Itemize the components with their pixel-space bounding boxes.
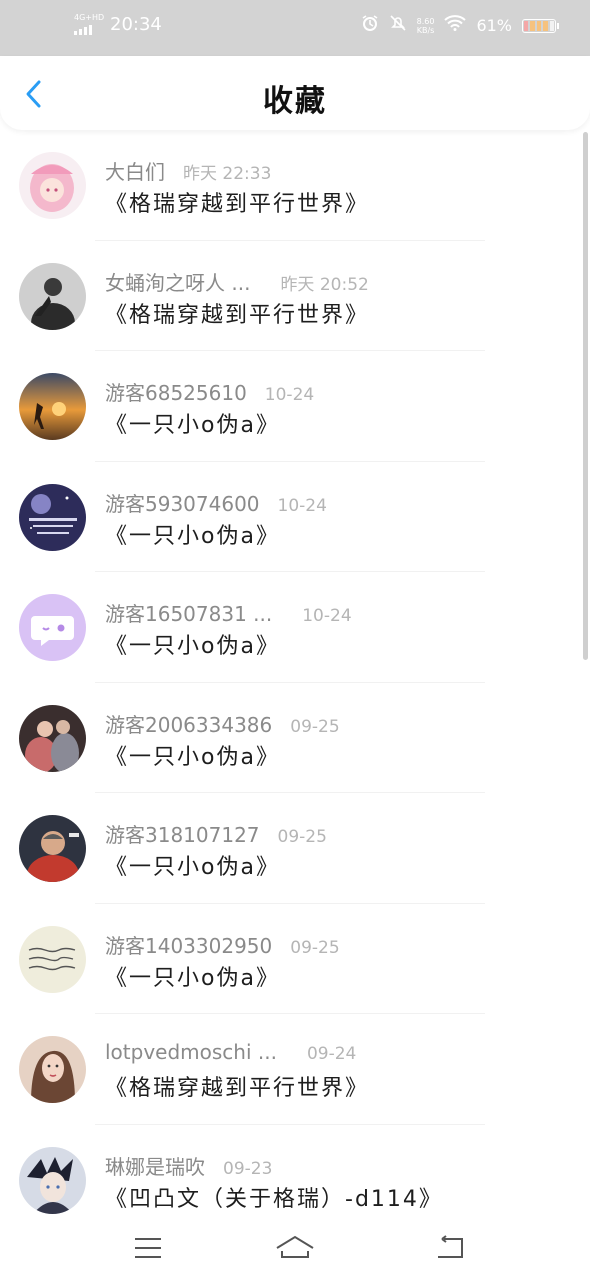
avatar[interactable]	[19, 1036, 86, 1103]
avatar[interactable]	[19, 815, 86, 882]
item-time: 10-24	[302, 606, 352, 626]
status-left: 4G+HD 20:34	[74, 14, 162, 35]
item-meta: 游客16507831 ... 10-24	[105, 598, 352, 627]
menu-icon	[135, 1238, 161, 1258]
book-title[interactable]: 《格瑞穿越到平行世界》	[105, 186, 369, 218]
page-title: 收藏	[263, 84, 327, 119]
list-item[interactable]: 琳娜是瑞吹 09-23 《凹凸文（关于格瑞）-d114》	[0, 1125, 580, 1221]
favorites-list: 大白们 昨天 22:33 《格瑞穿越到平行世界》 女蛹洵之呀人 ... 昨天 2…	[0, 130, 580, 1220]
author-name: 游客2006334386	[105, 712, 273, 737]
list-item[interactable]: 女蛹洵之呀人 ... 昨天 20:52 《格瑞穿越到平行世界》	[0, 241, 580, 351]
item-time: 09-23	[223, 1158, 273, 1179]
home-icon	[276, 1235, 314, 1258]
list-item[interactable]: 游客318107127 09-25 《一只小o伪a》	[0, 793, 580, 904]
avatar[interactable]	[19, 152, 86, 219]
item-time: 09-25	[290, 937, 340, 958]
avatar[interactable]	[19, 1146, 86, 1214]
item-meta: 女蛹洵之呀人 ... 昨天 20:52	[105, 267, 369, 296]
bottom-nav	[0, 1220, 590, 1280]
speed-unit: KB/s	[416, 25, 435, 35]
avatar[interactable]	[19, 483, 86, 551]
network-speed: 8.60 KB/s	[417, 17, 435, 35]
item-time: 昨天 22:33	[183, 164, 272, 184]
author-name: lotpvedmoschi ...	[105, 1040, 277, 1064]
status-right: 8.60 KB/s 61%	[361, 14, 559, 37]
list-item[interactable]: lotpvedmoschi ... 09-24 《格瑞穿越到平行世界》	[0, 1014, 580, 1125]
menu-button[interactable]	[124, 1228, 172, 1268]
item-meta: 游客2006334386 09-25	[105, 709, 340, 738]
book-title[interactable]: 《格瑞穿越到平行世界》	[105, 297, 369, 329]
item-meta: 游客593074600 10-24	[105, 488, 327, 517]
item-meta: 游客318107127 09-25	[105, 819, 327, 848]
list-item[interactable]: 游客1403302950 09-25 《一只小o伪a》	[0, 904, 580, 1014]
avatar[interactable]	[19, 594, 86, 661]
list-item[interactable]: 游客16507831 ... 10-24 《一只小o伪a》	[0, 572, 580, 683]
book-title[interactable]: 《一只小o伪a》	[105, 960, 280, 992]
item-time: 10-24	[277, 495, 327, 516]
home-button[interactable]	[271, 1228, 319, 1268]
item-time: 昨天 20:52	[280, 274, 369, 295]
alarm-icon	[361, 14, 379, 37]
book-title[interactable]: 《一只小o伪a》	[105, 518, 280, 550]
item-meta: 琳娜是瑞吹 09-23	[105, 1151, 272, 1180]
wifi-icon	[444, 15, 467, 36]
back-nav-button[interactable]	[426, 1228, 474, 1268]
status-bar: 4G+HD 20:34 8.60 KB/s 61%	[0, 0, 590, 56]
avatar[interactable]	[19, 262, 86, 330]
list-item[interactable]: 游客68525610 10-24 《一只小o伪a》	[0, 351, 580, 462]
list-item[interactable]: 大白们 昨天 22:33 《格瑞穿越到平行世界》	[0, 130, 580, 241]
avatar[interactable]	[19, 373, 86, 440]
author-name: 女蛹洵之呀人 ...	[105, 270, 251, 295]
book-title[interactable]: 《一只小o伪a》	[105, 849, 280, 881]
author-name: 游客1403302950	[105, 933, 273, 958]
author-name: 游客318107127	[105, 823, 260, 847]
speed-value: 8.60	[416, 16, 435, 26]
item-time: 09-25	[290, 716, 340, 737]
avatar[interactable]	[19, 704, 86, 772]
item-meta: lotpvedmoschi ... 09-24	[105, 1040, 356, 1064]
author-name: 游客16507831 ...	[105, 602, 273, 626]
back-icon	[438, 1235, 463, 1258]
author-name: 琳娜是瑞吹	[105, 1154, 205, 1179]
network-type: 4G+HD	[74, 13, 105, 22]
item-meta: 大白们 昨天 22:33	[105, 156, 271, 185]
battery-icon	[522, 18, 559, 33]
book-title[interactable]: 《一只小o伪a》	[105, 739, 280, 771]
nav-header: 收藏	[0, 56, 590, 130]
list-item[interactable]: 游客2006334386 09-25 《一只小o伪a》	[0, 683, 580, 793]
book-title[interactable]: 《一只小o伪a》	[105, 628, 280, 660]
item-meta: 游客68525610 10-24	[105, 377, 314, 406]
book-title[interactable]: 《一只小o伪a》	[105, 407, 280, 439]
item-time: 09-25	[277, 827, 327, 847]
item-time: 09-24	[306, 1044, 357, 1064]
silent-icon	[389, 14, 407, 37]
status-time: 20:34	[110, 14, 162, 35]
scrollbar[interactable]	[583, 132, 588, 660]
list-item[interactable]: 游客593074600 10-24 《一只小o伪a》	[0, 462, 580, 572]
avatar[interactable]	[19, 925, 86, 993]
item-meta: 游客1403302950 09-25	[105, 930, 340, 959]
battery-percent: 61%	[476, 16, 512, 35]
author-name: 游客593074600	[105, 491, 260, 516]
author-name: 大白们	[105, 160, 165, 184]
signal-icon: 4G+HD	[74, 14, 104, 35]
author-name: 游客68525610	[105, 381, 247, 405]
item-time: 10-24	[264, 385, 315, 405]
book-title[interactable]: 《凹凸文（关于格瑞）-d114》	[105, 1181, 443, 1213]
book-title[interactable]: 《格瑞穿越到平行世界》	[105, 1070, 369, 1102]
